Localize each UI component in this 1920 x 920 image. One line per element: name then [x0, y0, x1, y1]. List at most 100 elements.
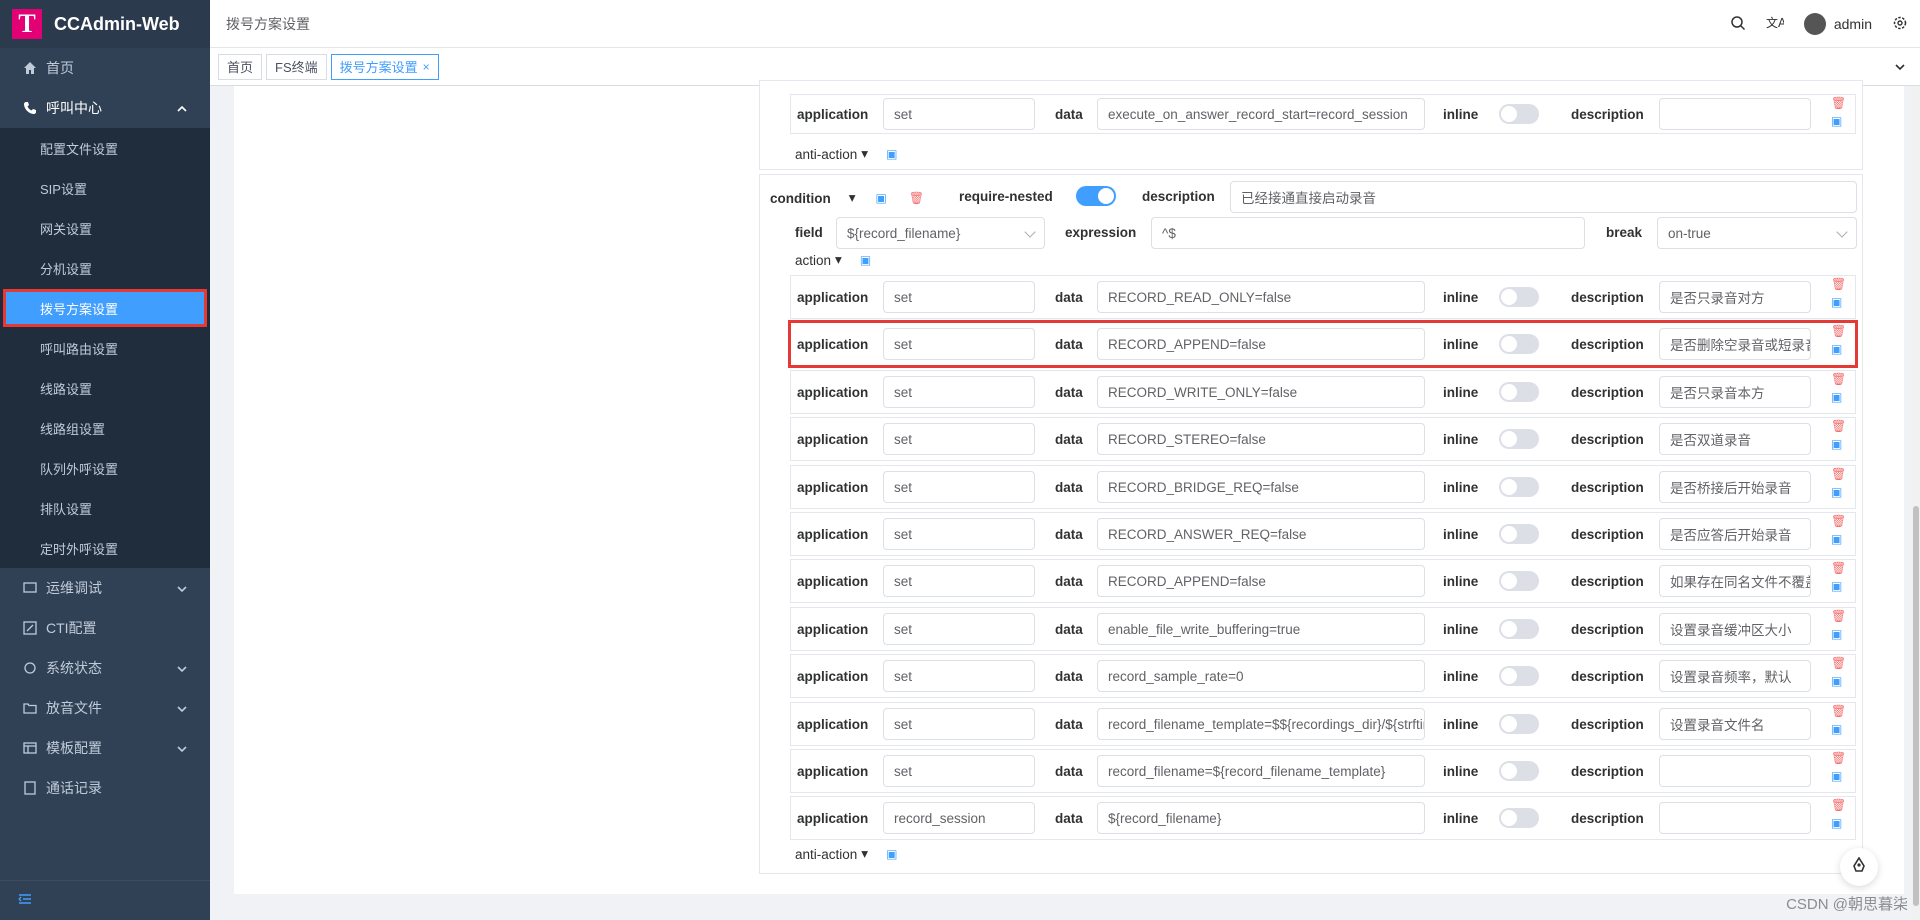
expression-input[interactable]: ^$ — [1151, 217, 1585, 249]
description-input[interactable] — [1659, 755, 1811, 787]
delete-icon[interactable]: 🗑 — [1831, 705, 1846, 717]
description-input[interactable]: 是否只录音对方 — [1659, 281, 1811, 313]
delete-icon[interactable]: 🗑 — [1831, 752, 1846, 764]
condition-description-input[interactable]: 已经接通直接启动录音 — [1230, 181, 1857, 213]
sidebar-subitem[interactable]: 定时外呼设置 — [0, 528, 210, 568]
application-input[interactable]: set — [883, 281, 1035, 313]
inline-toggle[interactable] — [1499, 104, 1539, 124]
inline-toggle[interactable] — [1499, 761, 1539, 781]
back-to-top-button[interactable] — [1840, 848, 1878, 886]
data-input[interactable]: RECORD_APPEND=false — [1097, 328, 1425, 360]
description-input[interactable]: 是否应答后开始录音 — [1659, 518, 1811, 550]
sidebar-item-cti[interactable]: CTI配置 — [0, 608, 210, 648]
data-input[interactable]: record_filename=${record_filename_templa… — [1097, 755, 1425, 787]
application-input[interactable]: set — [883, 328, 1035, 360]
description-input[interactable] — [1659, 802, 1811, 834]
application-input[interactable]: record_session — [883, 802, 1035, 834]
app-logo[interactable]: T CCAdmin-Web — [0, 0, 210, 48]
delete-icon[interactable]: 🗑 — [1831, 657, 1846, 669]
delete-icon[interactable]: 🗑 — [909, 192, 924, 204]
add-document-icon[interactable]: ▣ — [1831, 580, 1846, 592]
sidebar-subitem[interactable]: SIP设置 — [0, 168, 210, 208]
application-input[interactable]: set — [883, 376, 1035, 408]
add-document-icon[interactable]: ▣ — [886, 148, 897, 160]
description-input[interactable] — [1659, 98, 1811, 130]
inline-toggle[interactable] — [1499, 524, 1539, 544]
add-document-icon[interactable]: ▣ — [1831, 817, 1846, 829]
data-input[interactable]: record_filename_template=$${recordings_d… — [1097, 708, 1425, 740]
sidebar-item-calllog[interactable]: 通话记录 — [0, 768, 210, 808]
gear-icon[interactable] — [1892, 15, 1908, 34]
require-nested-toggle[interactable] — [1076, 186, 1116, 206]
anti-action-bottom[interactable]: anti-action ▾ ▣ — [795, 846, 897, 862]
description-input[interactable]: 是否双道录音 — [1659, 423, 1811, 455]
sidebar-item-ops[interactable]: 运维调试 — [0, 568, 210, 608]
action-header[interactable]: action ▾ ▣ — [795, 252, 871, 268]
data-input[interactable]: RECORD_ANSWER_REQ=false — [1097, 518, 1425, 550]
sidebar-item-home[interactable]: 首页 — [0, 48, 210, 88]
sidebar-subitem-active[interactable]: 拨号方案设置 — [3, 289, 207, 327]
scrollbar-thumb[interactable] — [1913, 506, 1919, 906]
add-document-icon[interactable]: ▣ — [1831, 391, 1846, 403]
inline-toggle[interactable] — [1499, 714, 1539, 734]
inline-toggle[interactable] — [1499, 571, 1539, 591]
sidebar-subitem[interactable]: 队列外呼设置 — [0, 448, 210, 488]
user-menu[interactable]: admin — [1803, 13, 1872, 35]
inline-toggle[interactable] — [1499, 334, 1539, 354]
add-document-icon[interactable]: ▣ — [1831, 343, 1846, 355]
data-input[interactable]: RECORD_READ_ONLY=false — [1097, 281, 1425, 313]
inline-toggle[interactable] — [1499, 619, 1539, 639]
anti-action-top[interactable]: anti-action ▾ ▣ — [795, 146, 897, 162]
sidebar-subitem[interactable]: 线路设置 — [0, 368, 210, 408]
description-input[interactable]: 设置录音频率，默认 — [1659, 660, 1811, 692]
scrollbar[interactable] — [1912, 86, 1920, 920]
application-input[interactable]: set — [883, 423, 1035, 455]
sidebar-subitem[interactable]: 网关设置 — [0, 208, 210, 248]
application-input[interactable]: set — [883, 755, 1035, 787]
sidebar-item-template[interactable]: 模板配置 — [0, 728, 210, 768]
data-input[interactable]: RECORD_BRIDGE_REQ=false — [1097, 471, 1425, 503]
tab-home[interactable]: 首页 — [218, 53, 263, 80]
delete-icon[interactable]: 🗑 — [1831, 373, 1846, 385]
search-icon[interactable] — [1730, 15, 1746, 34]
inline-toggle[interactable] — [1499, 287, 1539, 307]
sidebar-subitem[interactable]: 分机设置 — [0, 248, 210, 288]
data-input[interactable]: record_sample_rate=0 — [1097, 660, 1425, 692]
add-document-icon[interactable]: ▣ — [1831, 533, 1846, 545]
sidebar-item-status[interactable]: 系统状态 — [0, 648, 210, 688]
translate-icon[interactable]: 文A — [1766, 15, 1787, 34]
description-input[interactable]: 是否删除空录音或短录音 — [1659, 328, 1811, 360]
add-document-icon[interactable]: ▣ — [876, 192, 887, 204]
inline-toggle[interactable] — [1499, 808, 1539, 828]
collapse-sidebar-button[interactable] — [0, 880, 210, 920]
add-document-icon[interactable]: ▣ — [1831, 296, 1846, 308]
tab-fs-terminal[interactable]: FS终端 — [266, 53, 327, 80]
inline-toggle[interactable] — [1499, 477, 1539, 497]
add-document-icon[interactable]: ▣ — [860, 254, 871, 266]
delete-icon[interactable]: 🗑 — [1831, 97, 1846, 109]
application-input[interactable]: set — [883, 613, 1035, 645]
description-input[interactable]: 是否只录音本方 — [1659, 376, 1811, 408]
sidebar-item-audio[interactable]: 放音文件 — [0, 688, 210, 728]
delete-icon[interactable]: 🗑 — [1831, 420, 1846, 432]
add-document-icon[interactable]: ▣ — [886, 848, 897, 860]
sidebar-subitem[interactable]: 呼叫路由设置 — [0, 328, 210, 368]
caret-down-icon[interactable]: ▾ — [849, 190, 856, 206]
add-document-icon[interactable]: ▣ — [1831, 723, 1846, 735]
description-input[interactable]: 是否桥接后开始录音 — [1659, 471, 1811, 503]
add-document-icon[interactable]: ▣ — [1831, 675, 1846, 687]
data-input[interactable]: RECORD_STEREO=false — [1097, 423, 1425, 455]
add-document-icon[interactable]: ▣ — [1831, 115, 1846, 127]
add-document-icon[interactable]: ▣ — [1831, 486, 1846, 498]
inline-toggle[interactable] — [1499, 429, 1539, 449]
break-select[interactable]: on-true — [1657, 217, 1857, 249]
application-input[interactable]: set — [883, 518, 1035, 550]
delete-icon[interactable]: 🗑 — [1831, 610, 1846, 622]
sidebar-subitem[interactable]: 配置文件设置 — [0, 128, 210, 168]
inline-toggle[interactable] — [1499, 666, 1539, 686]
application-input[interactable]: set — [883, 660, 1035, 692]
description-input[interactable]: 设置录音缓冲区大小 — [1659, 613, 1811, 645]
application-input[interactable]: set — [883, 708, 1035, 740]
description-input[interactable]: 设置录音文件名 — [1659, 708, 1811, 740]
inline-toggle[interactable] — [1499, 382, 1539, 402]
